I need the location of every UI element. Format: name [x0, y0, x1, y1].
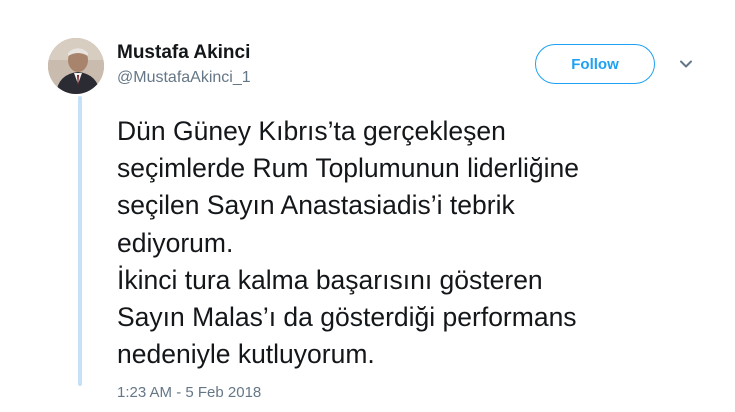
- tweet-text-line: Dün Güney Kıbrıs’ta gerçekleşen: [117, 116, 506, 146]
- author-handle[interactable]: @MustafaAkinci_1: [117, 69, 251, 87]
- author-name[interactable]: Mustafa Akinci: [117, 42, 250, 64]
- thread-line: [78, 96, 82, 386]
- follow-button[interactable]: Follow: [535, 44, 655, 84]
- chevron-down-icon[interactable]: [676, 54, 696, 74]
- tweet-text-line: ediyorum.: [117, 227, 234, 258]
- tweet-text-line: İkinci tura kalma başarısını gösteren: [117, 264, 543, 295]
- tweet-text-line: seçimlerde Rum Toplumunun liderliğine: [117, 153, 580, 184]
- avatar[interactable]: [48, 38, 104, 94]
- avatar-photo: [48, 38, 104, 94]
- tweet-text-line: Sayın Malas’ı da gösterdiği performans: [117, 302, 577, 333]
- tweet-text: Dün Güney Kıbrıs’ta gerçekleşen seçimler…: [117, 113, 717, 373]
- tweet-text-line: nedeniyle kutluyorum.: [117, 339, 375, 370]
- tweet-timestamp[interactable]: 1:23 AM - 5 Feb 2018: [117, 384, 261, 401]
- tweet-text-line: seçilen Sayın Anastasiadis’i tebrik: [117, 190, 515, 221]
- tweet-card: Mustafa Akinci @MustafaAkinci_1 Follow D…: [0, 0, 735, 412]
